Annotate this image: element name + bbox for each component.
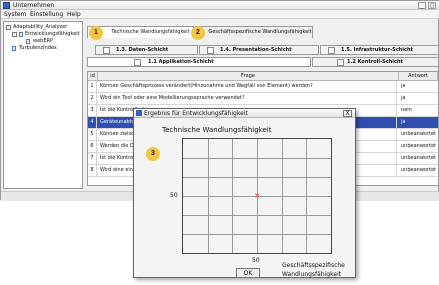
app-icon (136, 110, 142, 116)
row-id: 7 (88, 153, 97, 164)
row-id: 5 (88, 129, 97, 140)
subtab-label: 1.2 Kontroll-Schicht (347, 59, 403, 65)
y-tick-label: 50 (170, 192, 178, 199)
subtab-presentation[interactable]: 1.4. Presentation-Schicht (199, 45, 319, 55)
y-axis-label: Technische Wandlungsfähigkeit (162, 126, 272, 134)
tree-item-weberp[interactable]: webERP (33, 38, 53, 44)
subtab-label: 1.4. Presentation-Schicht (220, 47, 292, 53)
file-icon (26, 39, 30, 44)
grid-line-horizontal (183, 234, 331, 235)
row-id: 6 (88, 141, 97, 152)
layer-icon (134, 59, 141, 66)
menu-einstellung[interactable]: Einstellung (30, 11, 63, 18)
row-id: 1 (88, 81, 97, 92)
x-tick-label: 50 (252, 257, 260, 264)
subtab-kontroll[interactable]: 1.2 Kontroll-Schicht (312, 57, 439, 67)
x-axis-label: Geschäftsspezifische Wandlungsfähigkeit (282, 262, 345, 278)
table-row[interactable]: 1 Können Geschäftsprozess verändert(Hinz… (88, 81, 438, 93)
data-point-marker: × (254, 191, 261, 200)
grid-line-horizontal (183, 158, 331, 159)
row-answer[interactable]: nein (399, 105, 439, 116)
subtab-label: 1.3. Daten-Schicht (116, 47, 169, 53)
app-icon (3, 2, 10, 9)
dialog-title: Ergebnis für Entwicklungsfähigkeit (144, 110, 248, 117)
row-id: 3 (88, 105, 97, 116)
collapse-icon[interactable]: - (12, 32, 17, 37)
column-header-antwort[interactable]: Antwort (399, 72, 438, 81)
row-id: 2 (88, 93, 97, 104)
layer-icon (328, 47, 335, 54)
grid-line-horizontal (183, 215, 331, 216)
layer-icon (337, 59, 344, 66)
grid-line-horizontal (183, 177, 331, 178)
row-answer[interactable]: unbeanwortet (399, 129, 439, 140)
project-tree: - Adaptability_Analyzer - Entwicklungsfä… (3, 21, 83, 189)
ok-button[interactable]: OK (236, 268, 260, 278)
callout-badge-2: 2 (191, 26, 205, 40)
callout-badge-3: 3 (146, 147, 160, 161)
row-answer[interactable]: unbeanwortet (399, 153, 439, 164)
chart-grid: × (182, 138, 332, 254)
result-dialog: Ergebnis für Entwicklungsfähigkeit X Tec… (133, 108, 356, 278)
title-bar: Unternehmen _ □ (1, 1, 439, 10)
minimize-button[interactable]: _ (418, 2, 426, 9)
row-question: Können Geschäftsprozess verändert(Hinzun… (98, 81, 397, 92)
layer-icon (207, 47, 214, 54)
row-id: 4 (88, 117, 97, 128)
subtab-label: 1.1 Applikation-Schicht (148, 59, 214, 65)
row-answer[interactable]: unbeanwortet (399, 165, 439, 176)
row-answer[interactable]: ja (399, 81, 439, 92)
tree-item-root[interactable]: Adaptability_Analyzer (13, 24, 67, 30)
collapse-icon[interactable]: - (6, 25, 11, 30)
menu-help[interactable]: Help (67, 11, 81, 18)
menu-system[interactable]: System (4, 11, 26, 18)
callout-badge-1: 1 (89, 26, 103, 40)
row-id: 8 (88, 165, 97, 176)
layer-icon (103, 47, 110, 54)
subtab-applikation[interactable]: 1.1 Applikation-Schicht (87, 57, 311, 67)
maximize-button[interactable]: □ (428, 2, 436, 9)
window-title: Unternehmen (13, 2, 55, 9)
row-answer[interactable]: ja (399, 117, 439, 128)
tree-item-entwicklung[interactable]: Entwicklungsfähigkeit (25, 31, 80, 37)
column-header-id[interactable]: id (88, 72, 98, 81)
row-question: Wird ein Tool oder eine Modellierungsspr… (98, 93, 397, 104)
subtab-label: 1.5. Infrastruktur-Schicht (341, 47, 413, 53)
column-header-frage[interactable]: Frage (98, 72, 399, 81)
folder-icon (19, 32, 23, 37)
file-icon (12, 46, 16, 51)
menu-bar: System Einstellung Help (1, 10, 439, 19)
tab-technische[interactable]: Technische Wandlungsfähigkeit (87, 26, 194, 38)
tab-geschaeftsspezifische[interactable]: Geschäftsspezifische Wandlungsfähigkeit (195, 26, 313, 38)
row-answer[interactable]: unbeanwortet (399, 141, 439, 152)
row-answer[interactable]: ja (399, 93, 439, 104)
table-row[interactable]: 2 Wird ein Tool oder eine Modellierungss… (88, 93, 438, 105)
dialog-title-bar: Ergebnis für Entwicklungsfähigkeit X (134, 109, 355, 118)
tree-item-turbulenzindex[interactable]: TurbulenzIndex (19, 45, 57, 51)
subtab-infrastruktur[interactable]: 1.5. Infrastruktur-Schicht (320, 45, 439, 55)
close-button[interactable]: X (343, 110, 352, 117)
subtab-daten[interactable]: 1.3. Daten-Schicht (95, 45, 198, 55)
